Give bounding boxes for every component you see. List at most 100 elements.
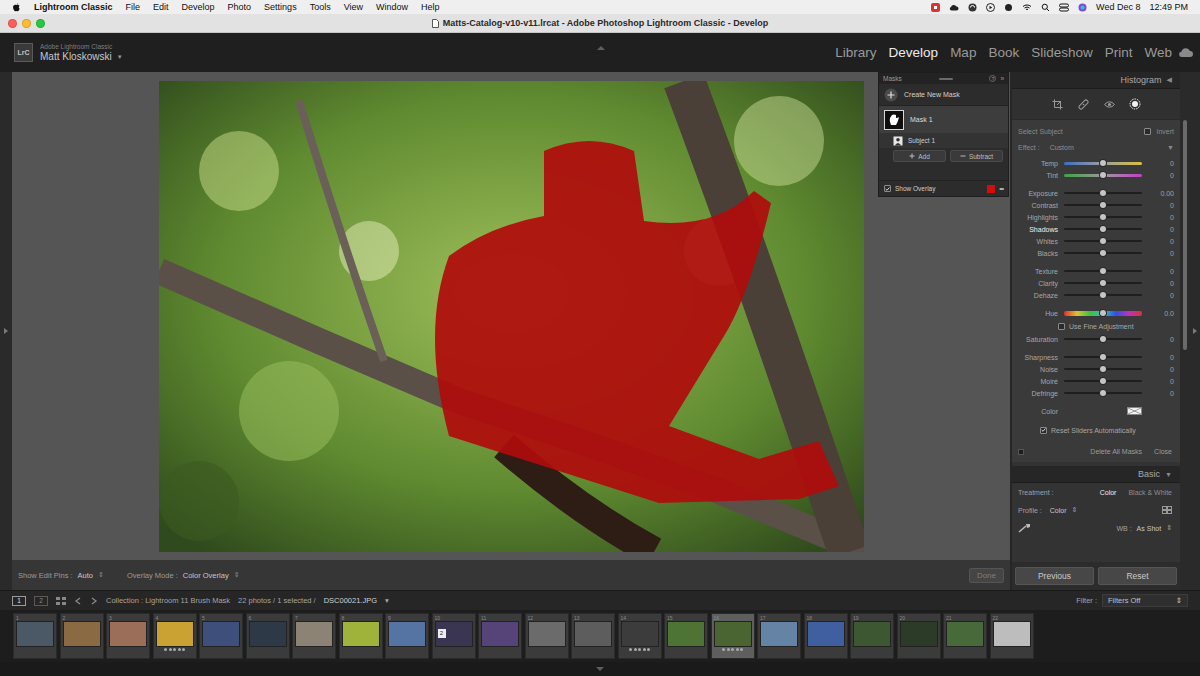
menu-date[interactable]: Wed Dec 8	[1096, 0, 1140, 14]
slider-knob[interactable]	[1100, 378, 1106, 384]
panel-grip[interactable]	[939, 78, 953, 80]
panel-button[interactable]: Previous	[1015, 567, 1094, 585]
apple-icon[interactable]	[12, 2, 21, 12]
search-icon[interactable]	[1041, 3, 1050, 12]
filmstrip-thumbnail[interactable]: 22	[990, 613, 1034, 659]
profile-browser-icon[interactable]	[1162, 506, 1172, 514]
invert-checkbox[interactable]	[1144, 128, 1151, 135]
mask-component-row[interactable]: Subject 1	[879, 133, 1008, 148]
status-dot-icon[interactable]	[1004, 3, 1013, 12]
menu-item[interactable]: Help	[421, 0, 440, 14]
slider-track[interactable]	[1064, 335, 1142, 343]
module-tab[interactable]: Print	[1099, 45, 1139, 60]
crop-icon[interactable]	[1052, 99, 1063, 110]
slider-knob[interactable]	[1100, 390, 1106, 396]
filmstrip-thumbnail[interactable]: 19	[850, 613, 894, 659]
filmstrip-thumbnail[interactable]: 7	[292, 613, 336, 659]
menu-item[interactable]: View	[344, 0, 363, 14]
slider-value[interactable]: 0	[1148, 160, 1174, 167]
slider-track[interactable]	[1064, 213, 1142, 221]
slider-value[interactable]: 0.00	[1148, 190, 1174, 197]
slider-track[interactable]	[1064, 377, 1142, 385]
slider-knob[interactable]	[1100, 310, 1106, 316]
slider-value[interactable]: 0	[1148, 202, 1174, 209]
slider-knob[interactable]	[1100, 214, 1106, 220]
effect-caret[interactable]: ▼	[1167, 144, 1174, 151]
menu-item[interactable]: Tools	[310, 0, 331, 14]
slider-track[interactable]	[1064, 365, 1142, 373]
record-icon[interactable]	[931, 3, 940, 12]
slider-value[interactable]: 0	[1148, 366, 1174, 373]
tool-button[interactable]	[1051, 98, 1063, 110]
slider-track[interactable]	[1064, 201, 1142, 209]
slider-value[interactable]: 0	[1148, 214, 1174, 221]
histogram-header[interactable]: Histogram◀	[1012, 72, 1180, 89]
slider-knob[interactable]	[1100, 238, 1106, 244]
slider-track[interactable]	[1064, 279, 1142, 287]
slider-track[interactable]	[1064, 159, 1142, 167]
slider-knob[interactable]	[1100, 172, 1106, 178]
cloud-icon[interactable]	[949, 3, 959, 12]
filmstrip-thumbnail[interactable]: 5	[199, 613, 243, 659]
filmstrip-thumbnail[interactable]: 1	[13, 613, 57, 659]
reset-sliders-checkbox[interactable]	[1040, 427, 1047, 434]
zoom-window-button[interactable]	[36, 19, 45, 28]
wifi-icon[interactable]	[1022, 3, 1032, 12]
app-menu[interactable]: Lightroom Classic	[34, 0, 113, 14]
filmstrip-thumbnail[interactable]: 2	[60, 613, 104, 659]
red-eye-icon[interactable]	[1104, 99, 1115, 110]
add-button[interactable]: Add	[893, 150, 946, 162]
top-panel-toggle[interactable]	[597, 36, 605, 54]
help-button[interactable]: ?	[989, 75, 996, 82]
wb-dropdown[interactable]: As Shot	[1137, 525, 1162, 532]
filmstrip-thumbnail[interactable]: 12	[525, 613, 569, 659]
slider-knob[interactable]	[1100, 190, 1106, 196]
module-tab[interactable]: Book	[982, 45, 1025, 60]
filmstrip-thumbnail[interactable]: 13	[571, 613, 615, 659]
eyedropper-icon[interactable]	[1018, 523, 1032, 533]
edit-pins-dropdown[interactable]: Auto	[78, 571, 93, 580]
sync-icon[interactable]	[968, 3, 977, 12]
slider-value[interactable]: 0	[1148, 226, 1174, 233]
slider-track[interactable]	[1064, 353, 1142, 361]
slider-knob[interactable]	[1100, 366, 1106, 372]
filmstrip-thumbnail[interactable]: 8	[339, 613, 383, 659]
right-panel-toggle[interactable]	[1190, 72, 1200, 590]
slider-value[interactable]: 0.0	[1148, 310, 1174, 317]
slider-knob[interactable]	[1100, 336, 1106, 342]
profile-dropdown[interactable]: Color⇕	[1050, 506, 1078, 514]
basic-header[interactable]: Basic▼	[1012, 466, 1180, 483]
slider-track[interactable]	[1064, 249, 1142, 257]
module-tab[interactable]: Library	[829, 45, 882, 60]
slider-knob[interactable]	[1100, 202, 1106, 208]
show-overlay-checkbox[interactable]	[884, 185, 891, 192]
effect-dropdown[interactable]: Custom	[1050, 144, 1074, 151]
slider-value[interactable]: 0	[1148, 390, 1174, 397]
identity-plate[interactable]: Adobe Lightroom ClassicMatt Kloskowski▼	[40, 43, 123, 62]
slider-value[interactable]: 0	[1148, 172, 1174, 179]
overlay-color-swatch[interactable]	[987, 185, 995, 193]
masking-icon[interactable]	[1129, 98, 1141, 110]
grid-view-icon[interactable]	[56, 597, 66, 605]
slider-track[interactable]	[1064, 389, 1142, 397]
menu-item[interactable]: Window	[376, 0, 408, 14]
slider-track[interactable]	[1064, 189, 1142, 197]
menu-item[interactable]: Edit	[153, 0, 169, 14]
filmstrip-thumbnail[interactable]: 14	[618, 613, 662, 659]
monitor-button[interactable]: 2	[34, 596, 48, 606]
healing-icon[interactable]	[1078, 99, 1089, 110]
file-name[interactable]: DSC00021.JPG	[324, 596, 377, 605]
slider-knob[interactable]	[1100, 292, 1106, 298]
slider-track[interactable]	[1064, 309, 1142, 317]
close-button[interactable]: Close	[1154, 448, 1172, 455]
overlay-mode-dropdown[interactable]: Color Overlay	[183, 571, 229, 580]
filmstrip-thumbnail[interactable]: 15	[664, 613, 708, 659]
filmstrip-thumbnail[interactable]: 21	[943, 613, 987, 659]
slider-track[interactable]	[1064, 267, 1142, 275]
cloud-sync-icon[interactable]	[1178, 47, 1194, 58]
monitor-button[interactable]: 1	[12, 596, 26, 606]
filmstrip-thumbnail[interactable]: 4	[153, 613, 197, 659]
tool-button[interactable]	[1129, 98, 1141, 110]
siri-icon[interactable]	[1078, 3, 1087, 12]
back-arrow-icon[interactable]	[74, 597, 82, 605]
